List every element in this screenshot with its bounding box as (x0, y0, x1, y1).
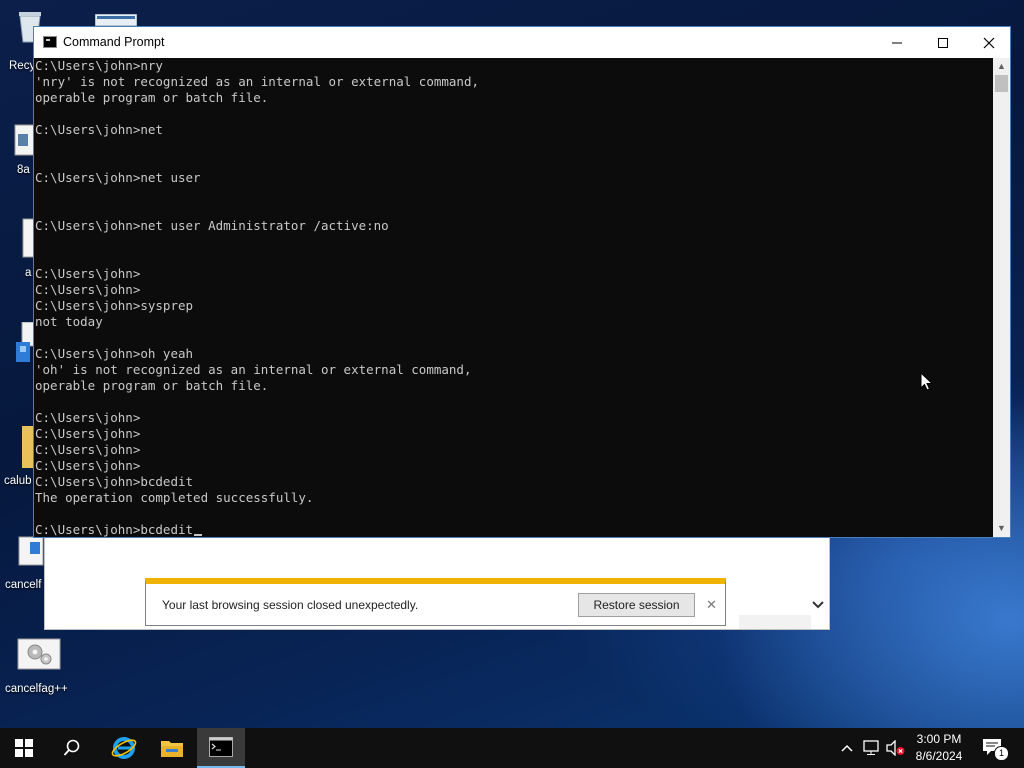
clock-date: 8/6/2024 (915, 749, 963, 763)
action-center-icon[interactable]: 1 (982, 738, 1009, 761)
desktop-file-icon[interactable]: 8a (0, 122, 36, 180)
file-explorer-button[interactable] (148, 728, 196, 768)
console-line: C:\Users\john>net user Administrator /ac… (35, 218, 389, 233)
windows-logo-icon (15, 739, 33, 757)
application-icon (18, 536, 44, 566)
console-line: 'oh' is not recognized as an internal or… (35, 362, 472, 377)
console-line: C:\Users\john> (35, 282, 141, 297)
console-line: 'nry' is not recognized as an internal o… (35, 74, 480, 89)
search-button[interactable] (48, 728, 96, 768)
desktop-file-icon[interactable]: a (0, 216, 36, 282)
desktop-icon-label: Recy (9, 60, 36, 72)
browser-status-strip (739, 615, 811, 629)
clock-time: 3:00 PM (916, 732, 962, 746)
internet-explorer-icon (111, 737, 137, 759)
console-icon (209, 737, 233, 757)
desktop-icon-label: cancelfag++ (5, 683, 68, 695)
gear-icon (17, 638, 61, 670)
console-line: C:\Users\john>net user (35, 170, 201, 185)
console-line: operable program or batch file. (35, 378, 269, 393)
taskbar: 3:00 PM 8/6/2024 1 (0, 728, 1024, 768)
search-icon (63, 739, 80, 756)
title-bar[interactable]: Command Prompt (34, 27, 1010, 58)
console-line: C:\Users\john> (35, 458, 141, 473)
console-icon (43, 36, 57, 48)
minimize-icon (892, 42, 902, 44)
internet-explorer-button[interactable] (100, 728, 148, 768)
restore-session-button[interactable]: Restore session (578, 593, 695, 617)
close-icon (983, 37, 995, 49)
clock[interactable]: 3:00 PM 8/6/2024 (908, 731, 970, 765)
start-button[interactable] (0, 728, 48, 768)
folder-icon (161, 741, 183, 757)
console-line: C:\Users\john>oh yeah (35, 346, 194, 361)
app-icon (16, 322, 34, 362)
desktop-file-icon[interactable]: cancelfag++ (0, 636, 76, 698)
scroll-down-icon[interactable]: ▼ (993, 520, 1010, 537)
notification-message: Your last browsing session closed unexpe… (162, 598, 419, 612)
maximize-icon (938, 38, 948, 49)
desktop-file-icon[interactable]: cancelf (0, 536, 46, 596)
desktop-icon-label: cancelf (5, 579, 42, 591)
window-icon (95, 14, 137, 26)
console-line: C:\Users\john> (35, 426, 141, 441)
console-line: C:\Users\john>bcdedit (35, 474, 194, 489)
close-button[interactable] (966, 27, 1012, 58)
command-prompt-taskbar-button[interactable] (197, 728, 245, 768)
console-line: operable program or batch file. (35, 90, 269, 105)
chevron-up-icon[interactable] (840, 740, 854, 756)
vertical-scrollbar[interactable]: ▲ ▼ (993, 58, 1010, 537)
console-line: C:\Users\john> (35, 410, 141, 425)
desktop-icon-label: a (25, 267, 32, 279)
console-line: C:\Users\john>sysprep (35, 298, 194, 313)
console-output[interactable]: C:\Users\john>nry'nry' is not recognized… (34, 58, 994, 538)
desktop-icon-label: calub (4, 475, 32, 487)
window-title: Command Prompt (63, 35, 165, 49)
console-line: C:\Users\john>bcdedit (35, 522, 203, 538)
session-restore-notification: Your last browsing session closed unexpe… (145, 578, 726, 626)
command-prompt-window[interactable]: Command Prompt C:\Users\john>nry'nry' is… (33, 26, 1011, 538)
desktop-icon-label: 8a (17, 164, 30, 176)
console-line: C:\Users\john>net (35, 122, 163, 137)
mouse-pointer-icon (920, 372, 934, 391)
volume-muted-icon[interactable] (886, 739, 906, 759)
console-line: The operation completed successfully. (35, 490, 314, 505)
console-line: C:\Users\john> (35, 266, 141, 281)
scrollbar-thumb[interactable] (995, 75, 1008, 92)
minimize-button[interactable] (874, 27, 920, 58)
maximize-button[interactable] (920, 27, 966, 58)
notification-count-badge: 1 (994, 746, 1009, 761)
console-line: C:\Users\john> (35, 442, 141, 457)
close-icon[interactable]: ✕ (706, 597, 717, 613)
scroll-up-icon[interactable]: ▲ (993, 58, 1010, 75)
network-icon[interactable] (863, 740, 881, 759)
desktop-folder-icon[interactable]: calub (0, 426, 36, 490)
text-cursor (194, 534, 203, 536)
console-line: C:\Users\john>nry (35, 58, 163, 73)
chevron-down-icon[interactable] (811, 598, 827, 612)
console-line: not today (35, 314, 103, 329)
